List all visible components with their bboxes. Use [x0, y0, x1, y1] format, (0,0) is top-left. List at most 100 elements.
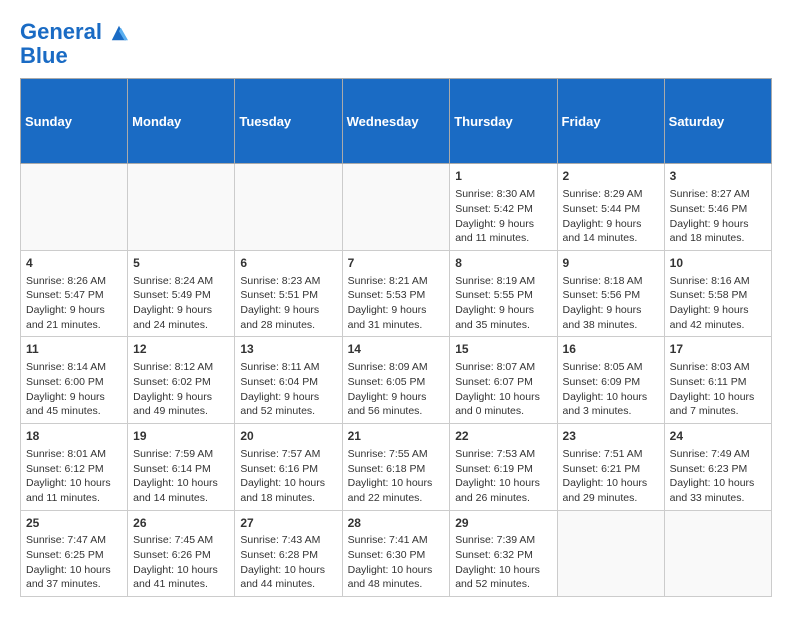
calendar-cell	[342, 164, 450, 251]
header-saturday: Saturday	[664, 79, 771, 164]
day-number: 23	[563, 428, 659, 445]
day-info: Daylight: 9 hours and 31 minutes.	[348, 303, 445, 332]
week-row-1: 4 Sunrise: 8:26 AMSunset: 5:47 PM Daylight…	[21, 250, 772, 337]
calendar-cell	[557, 510, 664, 597]
day-info: Daylight: 9 hours and 35 minutes.	[455, 303, 551, 332]
logo-text: General	[20, 20, 128, 44]
day-info: Sunrise: 7:51 AM	[563, 447, 659, 462]
day-info: Sunset: 5:47 PM	[26, 288, 122, 303]
day-info: Sunset: 6:00 PM	[26, 375, 122, 390]
day-info: Sunrise: 8:14 AM	[26, 360, 122, 375]
day-number: 29	[455, 515, 551, 532]
calendar-cell: 23 Sunrise: 7:51 AMSunset: 6:21 PMDayligh…	[557, 424, 664, 511]
calendar-cell: 17Sunrise: 8:03 AMSunset: 6:11 PMDayligh…	[664, 337, 771, 424]
day-number: 21	[348, 428, 445, 445]
header-tuesday: Tuesday	[235, 79, 342, 164]
day-number: 9	[563, 255, 659, 272]
calendar-cell: 5Sunrise: 8:24 AMSunset: 5:49 PMDaylight…	[128, 250, 235, 337]
day-info: Daylight: 9 hours and 28 minutes.	[240, 303, 336, 332]
day-info: Sunset: 6:11 PM	[670, 375, 766, 390]
day-info: Sunrise: 7:59 AM	[133, 447, 229, 462]
day-info: Sunrise: 8:18 AM	[563, 274, 659, 289]
calendar-cell	[21, 164, 128, 251]
day-number: 6	[240, 255, 336, 272]
calendar-cell	[664, 510, 771, 597]
day-info: Sunset: 6:18 PM	[348, 462, 445, 477]
calendar-cell: 15Sunrise: 8:07 AMSunset: 6:07 PMDayligh…	[450, 337, 557, 424]
day-number: 10	[670, 255, 766, 272]
day-info: Sunrise: 7:43 AM	[240, 533, 336, 548]
calendar-cell: 27Sunrise: 7:43 AMSunset: 6:28 PMDayligh…	[235, 510, 342, 597]
day-info: Sunrise: 7:47 AM	[26, 533, 122, 548]
day-number: 1	[455, 168, 551, 185]
day-info: Sunrise: 8:12 AM	[133, 360, 229, 375]
day-number: 3	[670, 168, 766, 185]
day-info: Sunrise: 8:16 AM	[670, 274, 766, 289]
day-info: Daylight: 10 hours and 52 minutes.	[455, 563, 551, 592]
logo: General Blue	[20, 20, 128, 68]
day-info: Daylight: 9 hours and 52 minutes.	[240, 390, 336, 419]
day-number: 13	[240, 341, 336, 358]
day-info: Daylight: 10 hours and 18 minutes.	[240, 476, 336, 505]
day-info: Sunrise: 8:30 AM	[455, 187, 551, 202]
logo-blue-text: Blue	[20, 44, 128, 68]
day-info: Daylight: 10 hours and 11 minutes.	[26, 476, 122, 505]
day-info: Sunset: 6:30 PM	[348, 548, 445, 563]
day-info: Sunset: 5:46 PM	[670, 202, 766, 217]
day-info: Sunset: 6:14 PM	[133, 462, 229, 477]
day-info: Daylight: 9 hours and 49 minutes.	[133, 390, 229, 419]
day-info: Sunset: 5:49 PM	[133, 288, 229, 303]
day-info: Sunrise: 8:11 AM	[240, 360, 336, 375]
day-number: 14	[348, 341, 445, 358]
day-info: Sunset: 6:07 PM	[455, 375, 551, 390]
day-number: 7	[348, 255, 445, 272]
calendar-cell: 2Sunrise: 8:29 AMSunset: 5:44 PMDaylight…	[557, 164, 664, 251]
day-number: 11	[26, 341, 122, 358]
day-info: Daylight: 10 hours and 26 minutes.	[455, 476, 551, 505]
day-info: Sunset: 6:19 PM	[455, 462, 551, 477]
day-info: Sunrise: 7:57 AM	[240, 447, 336, 462]
day-number: 27	[240, 515, 336, 532]
day-number: 19	[133, 428, 229, 445]
day-info: Sunset: 5:51 PM	[240, 288, 336, 303]
day-number: 4	[26, 255, 122, 272]
calendar-cell	[235, 164, 342, 251]
day-info: Sunset: 5:42 PM	[455, 202, 551, 217]
day-info: Sunrise: 8:07 AM	[455, 360, 551, 375]
day-info: Daylight: 9 hours and 45 minutes.	[26, 390, 122, 419]
calendar-cell: 22Sunrise: 7:53 AMSunset: 6:19 PMDayligh…	[450, 424, 557, 511]
header-monday: Monday	[128, 79, 235, 164]
day-info: Sunrise: 7:45 AM	[133, 533, 229, 548]
day-info: Sunset: 6:09 PM	[563, 375, 659, 390]
day-number: 2	[563, 168, 659, 185]
calendar-cell: 21 Sunrise: 7:55 AMSunset: 6:18 PMDayligh…	[342, 424, 450, 511]
calendar-cell: 16Sunrise: 8:05 AMSunset: 6:09 PMDayligh…	[557, 337, 664, 424]
calendar-cell: 1Sunrise: 8:30 AMSunset: 5:42 PMDaylight…	[450, 164, 557, 251]
calendar-cell: 9Sunrise: 8:18 AMSunset: 5:56 PMDaylight…	[557, 250, 664, 337]
calendar-cell: 6Sunrise: 8:23 AMSunset: 5:51 PMDaylight…	[235, 250, 342, 337]
page-header: General Blue	[20, 20, 772, 68]
header-friday: Friday	[557, 79, 664, 164]
day-number: 8	[455, 255, 551, 272]
day-info: Daylight: 10 hours and 14 minutes.	[133, 476, 229, 505]
day-number: 26	[133, 515, 229, 532]
calendar-cell: 11 Sunrise: 8:14 AMSunset: 6:00 PMDayligh…	[21, 337, 128, 424]
day-info: Daylight: 10 hours and 44 minutes.	[240, 563, 336, 592]
day-info: Sunrise: 8:05 AM	[563, 360, 659, 375]
day-info: Sunrise: 7:49 AM	[670, 447, 766, 462]
day-info: Daylight: 10 hours and 29 minutes.	[563, 476, 659, 505]
day-info: Sunset: 6:16 PM	[240, 462, 336, 477]
day-info: Daylight: 10 hours and 22 minutes.	[348, 476, 445, 505]
day-number: 17	[670, 341, 766, 358]
day-info: Sunrise: 7:55 AM	[348, 447, 445, 462]
day-number: 5	[133, 255, 229, 272]
week-row-3: 18Sunrise: 8:01 AMSunset: 6:12 PMDayligh…	[21, 424, 772, 511]
calendar-cell: 13Sunrise: 8:11 AMSunset: 6:04 PMDayligh…	[235, 337, 342, 424]
day-info: Sunrise: 8:26 AM	[26, 274, 122, 289]
day-info: Sunset: 6:26 PM	[133, 548, 229, 563]
day-number: 18	[26, 428, 122, 445]
day-info: Daylight: 10 hours and 37 minutes.	[26, 563, 122, 592]
day-info: Sunset: 6:32 PM	[455, 548, 551, 563]
calendar-cell: 24Sunrise: 7:49 AMSunset: 6:23 PMDayligh…	[664, 424, 771, 511]
day-info: Sunset: 6:21 PM	[563, 462, 659, 477]
